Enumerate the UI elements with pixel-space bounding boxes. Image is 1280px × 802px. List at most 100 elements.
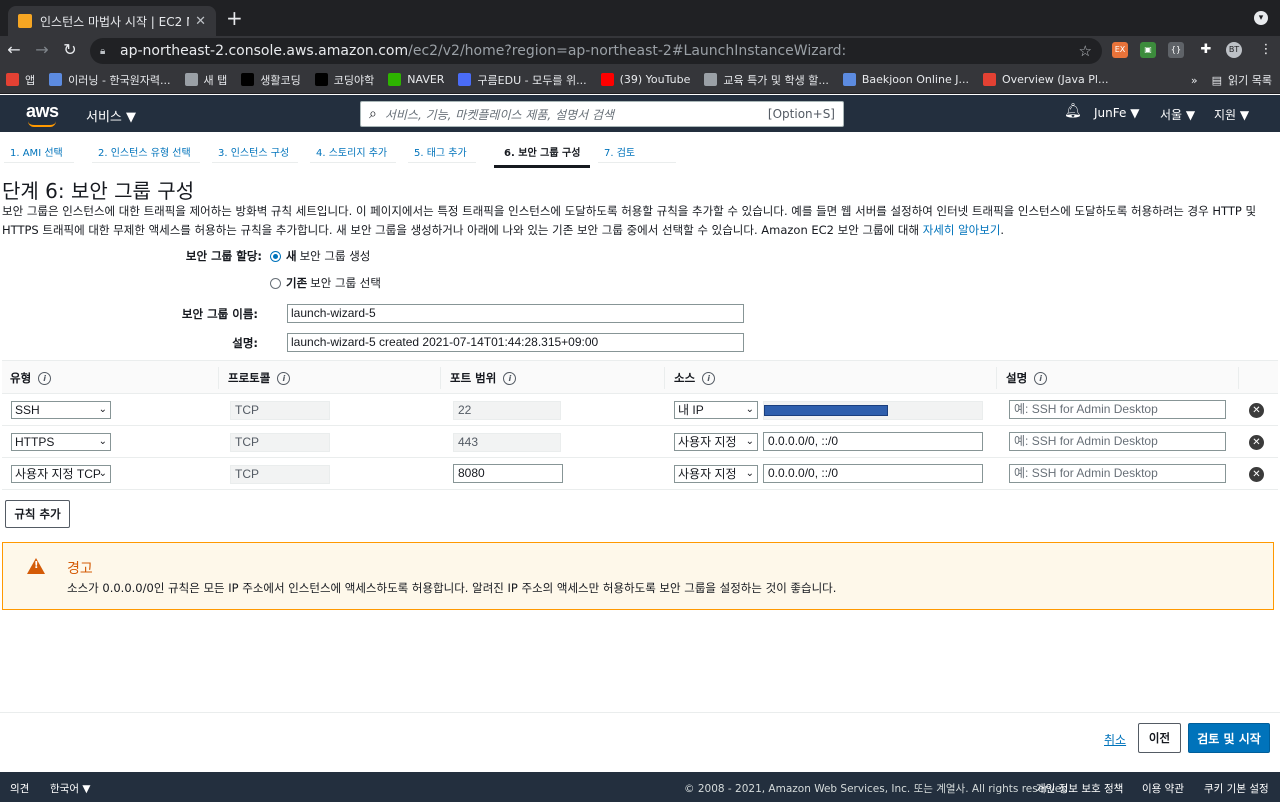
language-selector[interactable]: 한국어 ▼ (50, 781, 90, 796)
bookmark-item[interactable]: 코딩야학 (314, 72, 375, 88)
source-cidr-input[interactable]: 0.0.0.0/0, ::/0 (763, 464, 983, 483)
terms-link[interactable]: 이용 약관 (1142, 781, 1184, 796)
bookmark-item[interactable]: 구름EDU - 모두를 위... (458, 72, 587, 88)
rule-description-input[interactable]: 예: SSH for Admin Desktop (1009, 432, 1226, 451)
cookie-preferences-link[interactable]: 쿠키 기본 설정 (1204, 781, 1269, 796)
extension-icon[interactable]: EX (1112, 42, 1128, 58)
info-icon[interactable]: i (277, 371, 291, 385)
bookmark-item[interactable]: 교육 특가 및 학생 할... (704, 72, 829, 88)
bookmark-item[interactable]: (39) YouTube (600, 73, 691, 86)
reading-list-icon: ▤ (1211, 73, 1223, 87)
rules-table-header: 유형 i 프로토콜 i 포트 범위 i 소스 i 설명 i (2, 360, 1278, 394)
aws-top-nav: aws 서비스 ▼ ⌕ 서비스, 기능, 마켓플레이스 제품, 설명서 검색 [… (0, 95, 1280, 132)
bookmark-item[interactable]: NAVER (388, 73, 444, 86)
rule-description-input[interactable]: 예: SSH for Admin Desktop (1009, 464, 1226, 483)
url-path: /ec2/v2/home?region=ap-northeast-2#Launc… (408, 43, 847, 59)
type-select[interactable]: 사용자 지정 TCP ⌄ (11, 465, 111, 483)
step-security-group[interactable]: 6. 보안 그룹 구성 (494, 144, 591, 168)
info-icon[interactable]: i (38, 371, 52, 385)
radio-new-group[interactable]: 새 보안 그룹 생성 (270, 248, 370, 264)
add-rule-button[interactable]: 규칙 추가 (5, 500, 70, 528)
back-icon[interactable]: ← (4, 40, 24, 59)
services-menu[interactable]: 서비스 ▼ (86, 106, 136, 125)
bookmark-item[interactable]: 이러닝 - 한국원자력... (49, 72, 171, 88)
type-select[interactable]: HTTPS ⌄ (11, 433, 111, 451)
bookmark-item[interactable]: Overview (Java Pl... (982, 73, 1108, 86)
info-icon[interactable]: i (702, 371, 716, 385)
radio-existing-bold: 기존 (286, 276, 308, 290)
review-and-launch-button[interactable]: 검토 및 시작 (1188, 723, 1270, 753)
bookmark-item[interactable]: Baekjoon Online J... (842, 73, 969, 86)
header-description-label: 설명 (1006, 371, 1028, 385)
info-icon[interactable]: i (1034, 371, 1048, 385)
bookmark-star-icon[interactable]: ☆ (1079, 42, 1092, 60)
source-select[interactable]: 사용자 지정 ⌄ (674, 433, 758, 451)
browser-tab[interactable]: 인스턴스 마법사 시작 | EC2 Manag ✕ (8, 6, 216, 36)
more-bookmarks-icon[interactable]: » (1191, 74, 1198, 87)
delete-rule-icon[interactable]: ✕ (1249, 435, 1264, 450)
profile-avatar-icon[interactable]: BT (1226, 42, 1242, 58)
source-select[interactable]: 내 IP ⌄ (674, 401, 758, 419)
type-value: HTTPS (15, 435, 55, 449)
extension-icon[interactable]: ▣ (1140, 42, 1156, 58)
address-bar[interactable]: 🔒︎ ap-northeast-2.console.aws.amazon.com… (90, 38, 1102, 64)
console-search[interactable]: ⌕ 서비스, 기능, 마켓플레이스 제품, 설명서 검색 [Option+S] (360, 101, 844, 127)
radio-new-text: 보안 그룹 생성 (299, 249, 371, 263)
aws-logo[interactable]: aws (26, 101, 59, 127)
warning-icon (27, 558, 45, 574)
new-tab-icon[interactable]: + (226, 6, 243, 30)
browser-menu-icon[interactable]: ⋮ (1258, 42, 1274, 58)
bookmark-item[interactable]: 앱 (6, 72, 35, 88)
search-placeholder: 서비스, 기능, 마켓플레이스 제품, 설명서 검색 (384, 107, 615, 122)
browser-tab-bar: 인스턴스 마법사 시작 | EC2 Manag ✕ + ▾ (0, 0, 1280, 36)
learn-more-link[interactable]: 자세히 알아보기 (923, 223, 1001, 237)
bookmark-favicon-icon (314, 73, 328, 86)
chevron-down-icon: ⌄ (98, 436, 107, 447)
group-description-input[interactable]: launch-wizard-5 created 2021-07-14T01:44… (287, 333, 744, 352)
radio-unselected-icon (270, 277, 281, 289)
info-icon[interactable]: i (503, 371, 517, 385)
delete-rule-icon[interactable]: ✕ (1249, 403, 1264, 418)
bookmark-label: (39) YouTube (619, 73, 691, 86)
group-name-input[interactable]: launch-wizard-5 (287, 304, 744, 323)
tab-search-icon[interactable]: ▾ (1254, 11, 1268, 25)
close-tab-icon[interactable]: ✕ (195, 14, 206, 29)
reading-list-link[interactable]: 읽기 목록 (1228, 72, 1272, 88)
description-text: 보안 그룹은 인스턴스에 대한 트래픽을 제어하는 방화벽 규칙 세트입니다. … (2, 204, 1257, 237)
extension-icon[interactable]: {} (1168, 42, 1184, 58)
lock-icon: 🔒︎ (100, 46, 106, 57)
privacy-link[interactable]: 개인 정보 보호 정책 (1036, 781, 1123, 796)
cancel-link[interactable]: 취소 (1104, 731, 1126, 748)
delete-rule-icon[interactable]: ✕ (1249, 467, 1264, 482)
feedback-link[interactable]: 의견 (10, 781, 29, 796)
bookmark-label: 교육 특가 및 학생 할... (723, 73, 829, 87)
type-select[interactable]: SSH ⌄ (11, 401, 111, 419)
reload-icon[interactable]: ↻ (60, 40, 80, 59)
bookmark-label: 코딩야학 (333, 73, 375, 87)
account-menu[interactable]: JunFe ▼ (1094, 106, 1139, 120)
type-value: 사용자 지정 TCP (15, 467, 101, 481)
region-menu[interactable]: 서울 ▼ (1160, 106, 1195, 123)
aws-logo-text: aws (26, 101, 59, 121)
radio-existing-group[interactable]: 기존 보안 그룹 선택 (270, 275, 381, 291)
source-cidr-input[interactable]: 0.0.0.0/0, ::/0 (763, 432, 983, 451)
bell-icon[interactable]: 🔔︎ (1064, 103, 1082, 119)
step-divider (212, 162, 298, 163)
puzzle-icon[interactable]: ✚ (1198, 42, 1214, 58)
port-input[interactable]: 8080 (453, 464, 563, 483)
forward-icon[interactable]: → (32, 40, 52, 59)
type-value: SSH (15, 403, 40, 417)
bookmark-favicon-icon (600, 73, 614, 86)
chevron-down-icon: ⌄ (745, 468, 754, 479)
aws-smile-icon (28, 121, 56, 127)
bookmark-label: 생활코딩 (260, 73, 301, 87)
page-title: 단계 6: 보안 그룹 구성 (2, 179, 195, 203)
previous-button[interactable]: 이전 (1138, 723, 1181, 753)
support-menu[interactable]: 지원 ▼ (1214, 106, 1249, 123)
source-select[interactable]: 사용자 지정 ⌄ (674, 465, 758, 483)
bookmark-item[interactable]: 생활코딩 (241, 72, 301, 88)
source-type-value: 사용자 지정 (678, 435, 737, 449)
bookmark-label: 구름EDU - 모두를 위... (477, 73, 587, 87)
rule-description-input[interactable]: 예: SSH for Admin Desktop (1009, 400, 1226, 419)
bookmark-item[interactable]: 새 탭 (184, 72, 227, 88)
